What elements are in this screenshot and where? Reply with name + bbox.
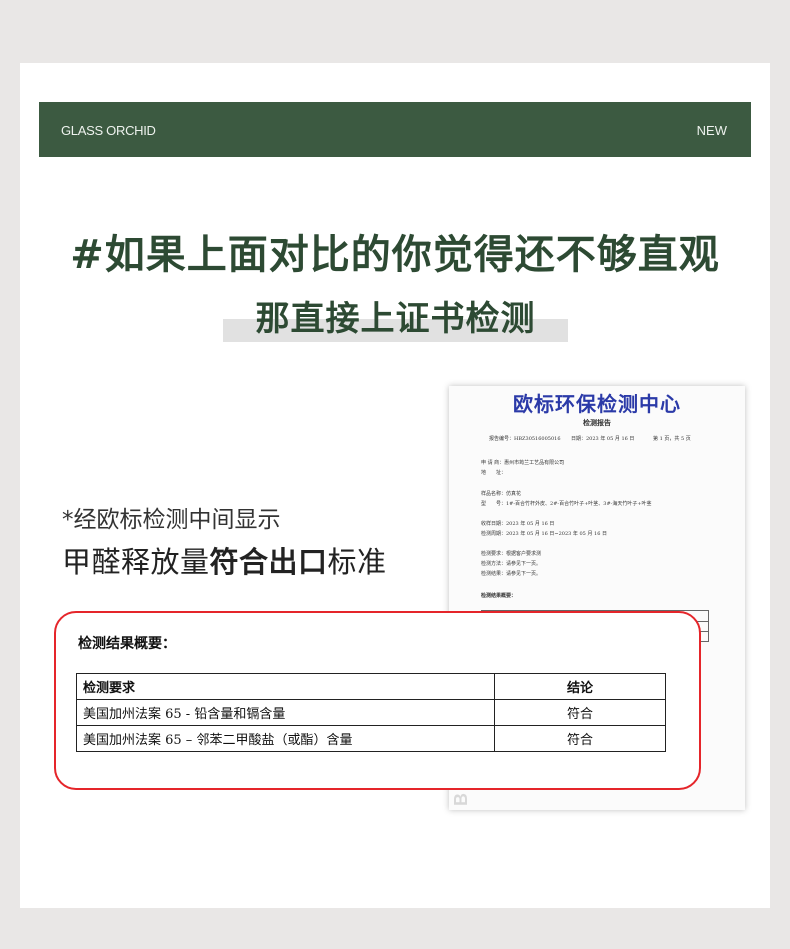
certificate-summary-label: 检测结果概要： [481,593,517,599]
certificate-test-period: 检测周期：2023 年 05 月 16 日~2023 年 05 月 16 日 [481,531,607,537]
table-cell-requirement: 美国加州法案 65 – 邻苯二甲酸盐（或酯）含量 [76,725,495,752]
table-row: 美国加州法案 65 – 邻苯二甲酸盐（或酯）含量 符合 [76,725,666,752]
certificate-requirement: 检测要求：根据客户要求测 [481,551,542,557]
callout-title: 检测结果概要： [78,636,176,652]
certificate-date: 日期：2023 年 05 月 16 日 [571,436,635,442]
certificate-model: 型 号：1#-百合竹杆外皮、2#-百合竹叶子+叶茎、3#-海天竹叶子+叶茎 [481,501,652,507]
certificate-title: 欧标环保检测中心 [513,392,681,416]
table-header-conclusion: 结论 [494,673,666,700]
headline-line2-block: 那直接上证书检测 [223,291,568,345]
table-cell-requirement: 美国加州法案 65 - 铅含量和镉含量 [76,699,495,726]
brand-name: GLASS ORCHID [61,123,156,138]
certificate-sample: 样品名称：仿真花 [481,491,522,497]
table-header-requirement: 检测要求 [76,673,495,700]
new-badge: NEW [696,123,727,138]
table-header-row: 检测要求 结论 [76,673,666,700]
certificate-address: 地 址： [481,470,507,476]
table-row: 美国加州法案 65 - 铅含量和镉含量 符合 [76,699,666,726]
certificate-client: 申 请 商：惠州市筠兰工艺品有限公司 [481,460,565,466]
certificate-result: 检测结果：请参见下一页。 [481,571,542,577]
table-cell-conclusion: 符合 [494,725,666,752]
certificate-received: 收样日期：2023 年 05 月 16 日 [481,521,555,527]
note-line2-bold: 符合出口 [209,545,328,579]
headline-line2: 那直接上证书检测 [255,299,536,339]
note-line1: *经欧标检测中间显示 [62,507,281,533]
table-cell-conclusion: 符合 [494,699,666,726]
headline-line1: #如果上面对比的你觉得还不够直观 [70,232,720,278]
note-line2-prefix: 甲醛释放量 [62,545,210,579]
certificate-method: 检测方法：请参见下一页。 [481,561,542,567]
certificate-subtitle: 检测报告 [583,418,611,427]
note-line2: 甲醛释放量符合出口标准 [62,539,387,581]
certificate-page: 第 1 页，共 5 页 [653,436,691,442]
result-table: 检测要求 结论 美国加州法案 65 - 铅含量和镉含量 符合 美国加州法案 65… [76,673,666,752]
top-banner: GLASS ORCHID NEW [39,102,751,157]
certificate-report-no: 报告编号：HBZ30516005016 [489,436,561,442]
result-callout: 检测结果概要： 检测要求 结论 美国加州法案 65 - 铅含量和镉含量 符合 美… [54,611,701,790]
note-line2-suffix: 标准 [327,545,387,579]
